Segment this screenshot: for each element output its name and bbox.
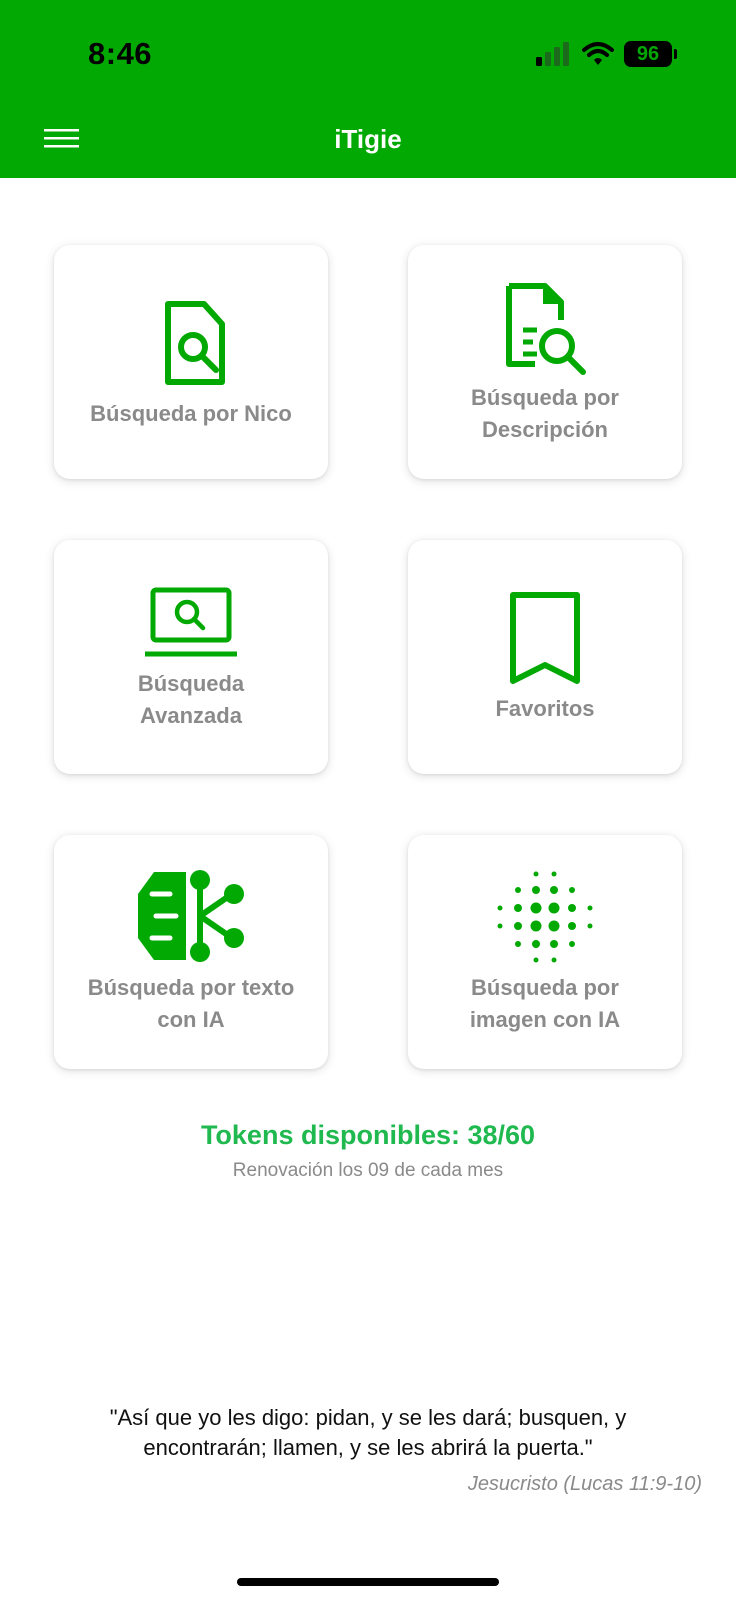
advanced-search-card[interactable]: Búsqueda Avanzada [54, 540, 328, 774]
ai-text-search-card[interactable]: Búsqueda por texto con IA [54, 835, 328, 1069]
status-time: 8:46 [88, 36, 153, 71]
search-by-description-card[interactable]: Búsqueda por Descripción [408, 245, 682, 479]
document-search-icon [165, 301, 225, 385]
cellular-signal-icon [536, 42, 569, 66]
battery-icon: 96 [624, 41, 677, 67]
dot-sphere-icon [497, 871, 593, 963]
quote-author: Jesucristo (Lucas 11:9-10) [467, 1473, 702, 1495]
card-label: Búsqueda por Descripción [471, 385, 619, 442]
quote-text: "Así que yo les digo: pidan, y se les da… [109, 1405, 627, 1460]
card-label: Favoritos [495, 696, 595, 721]
favorites-card[interactable]: Favoritos [408, 540, 682, 774]
document-lines-search-icon [506, 283, 586, 375]
search-by-nico-card[interactable]: Búsqueda por Nico [54, 245, 328, 479]
app-header: 8:46 96 iTigie [0, 0, 736, 178]
tokens-renewal: Renovación los 09 de cada mes [232, 1160, 504, 1181]
ai-brain-network-icon [138, 870, 244, 962]
card-label: Búsqueda por texto con IA [87, 975, 295, 1032]
ai-image-search-card[interactable]: Búsqueda por imagen con IA [408, 835, 682, 1069]
card-label: Búsqueda por Nico [90, 401, 292, 426]
bookmark-icon [510, 592, 580, 684]
wifi-icon [582, 42, 614, 65]
battery-cap [674, 49, 677, 59]
home-indicator[interactable] [237, 1578, 499, 1586]
app-title: iTigie [334, 124, 402, 154]
laptop-search-icon [145, 587, 237, 657]
status-icons: 96 [536, 38, 677, 70]
card-label: Búsqueda por imagen con IA [469, 975, 621, 1032]
tokens-available: Tokens disponibles: 38/60 [200, 1120, 536, 1150]
battery-level: 96 [636, 42, 660, 65]
card-label: Búsqueda Avanzada [137, 671, 245, 728]
